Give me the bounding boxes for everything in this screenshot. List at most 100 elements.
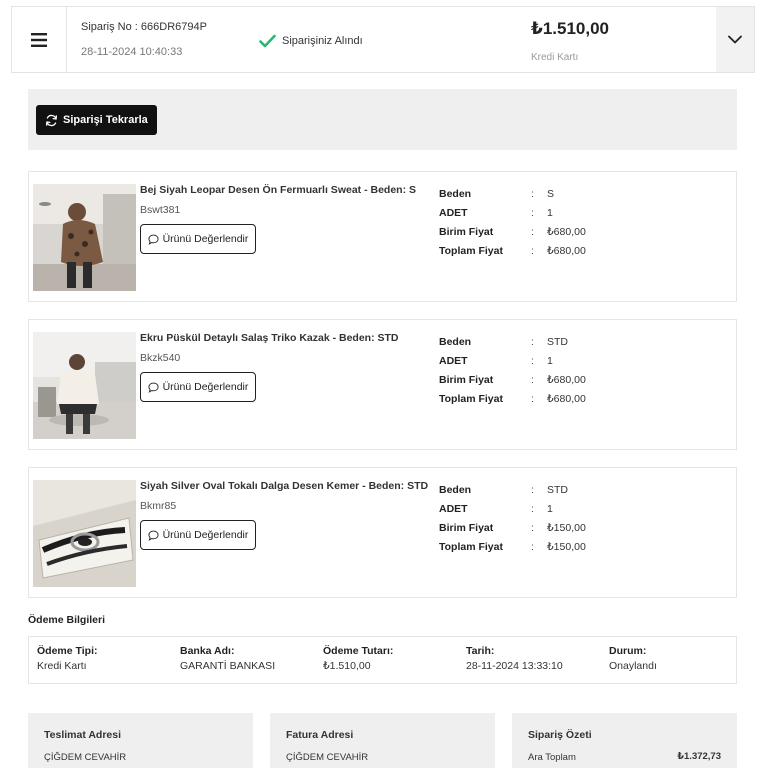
chevron-down-icon: [728, 35, 742, 44]
spec-value: ₺680,00: [547, 392, 586, 405]
product-name[interactable]: Bej Siyah Leopar Desen Ön Fermuarlı Swea…: [140, 184, 416, 196]
billing-recipient-name: ÇİĞDEM CEVAHİR: [286, 752, 369, 763]
spec-row-unit-price: Birim Fiyat: ₺150,00: [439, 518, 639, 537]
spec-colon: :: [531, 540, 534, 553]
spec-colon: :: [531, 206, 534, 219]
subtotal-label: Ara Toplam: [528, 752, 576, 763]
product-card: Bej Siyah Leopar Desen Ön Fermuarlı Swea…: [28, 171, 737, 302]
payment-amount-col: Ödeme Tutarı: ₺1.510,00: [323, 645, 393, 672]
refresh-icon: [46, 114, 57, 126]
spec-label: Birim Fiyat: [439, 521, 494, 534]
hamburger-icon: [31, 32, 47, 47]
spec-label: ADET: [439, 354, 468, 367]
shipping-recipient-name: ÇİĞDEM CEVAHİR: [44, 752, 127, 763]
spec-label: Birim Fiyat: [439, 373, 494, 386]
spec-row-size: Beden: STD: [439, 332, 639, 351]
order-status: Siparişiniz Alındı: [259, 34, 363, 48]
spec-colon: :: [531, 354, 534, 367]
product-image[interactable]: [33, 480, 136, 587]
reorder-button[interactable]: Siparişi Tekrarla: [36, 105, 157, 135]
billing-address-title: Fatura Adresi: [286, 729, 354, 741]
check-icon: [259, 34, 276, 48]
order-summary-panel: Sipariş Özeti Ara Toplam ₺1.372,73: [512, 713, 737, 768]
spec-row-unit-price: Birim Fiyat: ₺680,00: [439, 370, 639, 389]
order-summary-title: Sipariş Özeti: [528, 729, 592, 741]
product-code: Bkmr85: [140, 500, 177, 512]
spec-value: STD: [547, 335, 568, 348]
product-image[interactable]: [33, 332, 136, 439]
order-number: Sipariş No : 666DR6794P: [81, 21, 207, 33]
spec-colon: :: [531, 373, 534, 386]
spec-value: S: [547, 187, 555, 200]
product-specs: Beden: S ADET:1 Birim Fiyat: ₺680,00 Topla…: [439, 184, 639, 260]
product-specs: Beden: STD ADET:1 Birim Fiyat: ₺150,00 Top…: [439, 480, 639, 556]
payment-section-title: Ödeme Bilgileri: [28, 614, 106, 626]
product-image[interactable]: [33, 184, 136, 291]
product-specs: Beden: STD ADET:1 Birim Fiyat: ₺680,00 Top…: [439, 332, 639, 408]
product-code: Bswt381: [140, 204, 181, 216]
spec-row-size: Beden: S: [439, 184, 639, 203]
spec-value: ₺680,00: [547, 373, 586, 386]
spec-value: 1: [547, 502, 553, 515]
payment-status-value: Onaylandı: [609, 660, 657, 672]
spec-label: Beden: [439, 187, 472, 200]
review-label: Ürünü Değerlendir: [162, 233, 249, 245]
subtotal-value: ₺1.372,73: [677, 751, 721, 762]
review-product-button[interactable]: Ürünü Değerlendir: [140, 520, 256, 550]
spec-row-qty: ADET:1: [439, 499, 639, 518]
spec-row-qty: ADET:1: [439, 203, 639, 222]
spec-colon: :: [531, 521, 534, 534]
spec-value: 1: [547, 206, 553, 219]
product-code: Bkzk540: [140, 352, 181, 364]
payment-amount-value: ₺1.510,00: [323, 660, 371, 672]
product-name[interactable]: Siyah Silver Oval Tokalı Dalga Desen Kem…: [140, 480, 428, 492]
reorder-label: Siparişi Tekrarla: [63, 114, 148, 126]
spec-label: ADET: [439, 502, 468, 515]
payment-type-label: Ödeme Tipi:: [37, 645, 98, 657]
review-product-button[interactable]: Ürünü Değerlendir: [140, 372, 256, 402]
spec-row-total-price: Toplam Fiyat: ₺680,00: [439, 389, 639, 408]
payment-info-box: Ödeme Tipi: Kredi Kartı Banka Adı: GARAN…: [28, 636, 737, 684]
spec-row-total-price: Toplam Fiyat: ₺680,00: [439, 241, 639, 260]
order-header: Sipariş No : 666DR6794P 28-11-2024 10:40…: [11, 6, 755, 73]
spec-label: ADET: [439, 206, 468, 219]
menu-button[interactable]: [12, 7, 67, 72]
spec-label: Beden: [439, 335, 472, 348]
bank-name-col: Banka Adı: GARANTİ BANKASI: [180, 645, 275, 672]
payment-date-value: 28-11-2024 13:33:10: [466, 660, 563, 672]
payment-date-col: Tarih: 28-11-2024 13:33:10: [466, 645, 563, 672]
spec-row-qty: ADET:1: [439, 351, 639, 370]
spec-value: 1: [547, 354, 553, 367]
spec-colon: :: [531, 244, 534, 257]
spec-row-unit-price: Birim Fiyat: ₺680,00: [439, 222, 639, 241]
product-card: Siyah Silver Oval Tokalı Dalga Desen Kem…: [28, 467, 737, 598]
product-name[interactable]: Ekru Püskül Detaylı Salaş Triko Kazak - …: [140, 332, 399, 344]
spec-label: Toplam Fiyat: [439, 244, 503, 257]
spec-label: Birim Fiyat: [439, 225, 494, 238]
expand-button[interactable]: [716, 7, 754, 72]
billing-address-panel: Fatura Adresi ÇİĞDEM CEVAHİR: [270, 713, 495, 768]
spec-colon: :: [531, 335, 534, 348]
payment-amount-label: Ödeme Tutarı:: [323, 645, 394, 657]
reorder-area: Siparişi Tekrarla: [28, 89, 737, 150]
spec-value: ₺680,00: [547, 225, 586, 238]
spec-value: ₺150,00: [547, 521, 586, 534]
shipping-address-panel: Teslimat Adresi ÇİĞDEM CEVAHİR: [28, 713, 253, 768]
payment-type-value: Kredi Kartı: [37, 660, 87, 672]
spec-value: STD: [547, 483, 568, 496]
status-text: Siparişiniz Alındı: [282, 35, 363, 47]
review-label: Ürünü Değerlendir: [162, 529, 249, 541]
spec-label: Beden: [439, 483, 472, 496]
spec-label: Toplam Fiyat: [439, 392, 503, 405]
payment-date-label: Tarih:: [466, 645, 495, 657]
spec-colon: :: [531, 483, 534, 496]
product-card: Ekru Püskül Detaylı Salaş Triko Kazak - …: [28, 319, 737, 450]
review-product-button[interactable]: Ürünü Değerlendir: [140, 224, 256, 254]
payment-method: Kredi Kartı: [531, 52, 579, 63]
payment-status-label: Durum:: [609, 645, 647, 657]
spec-row-size: Beden: STD: [439, 480, 639, 499]
comment-icon: [148, 382, 159, 393]
spec-colon: :: [531, 392, 534, 405]
spec-colon: :: [531, 502, 534, 515]
spec-colon: :: [531, 187, 534, 200]
